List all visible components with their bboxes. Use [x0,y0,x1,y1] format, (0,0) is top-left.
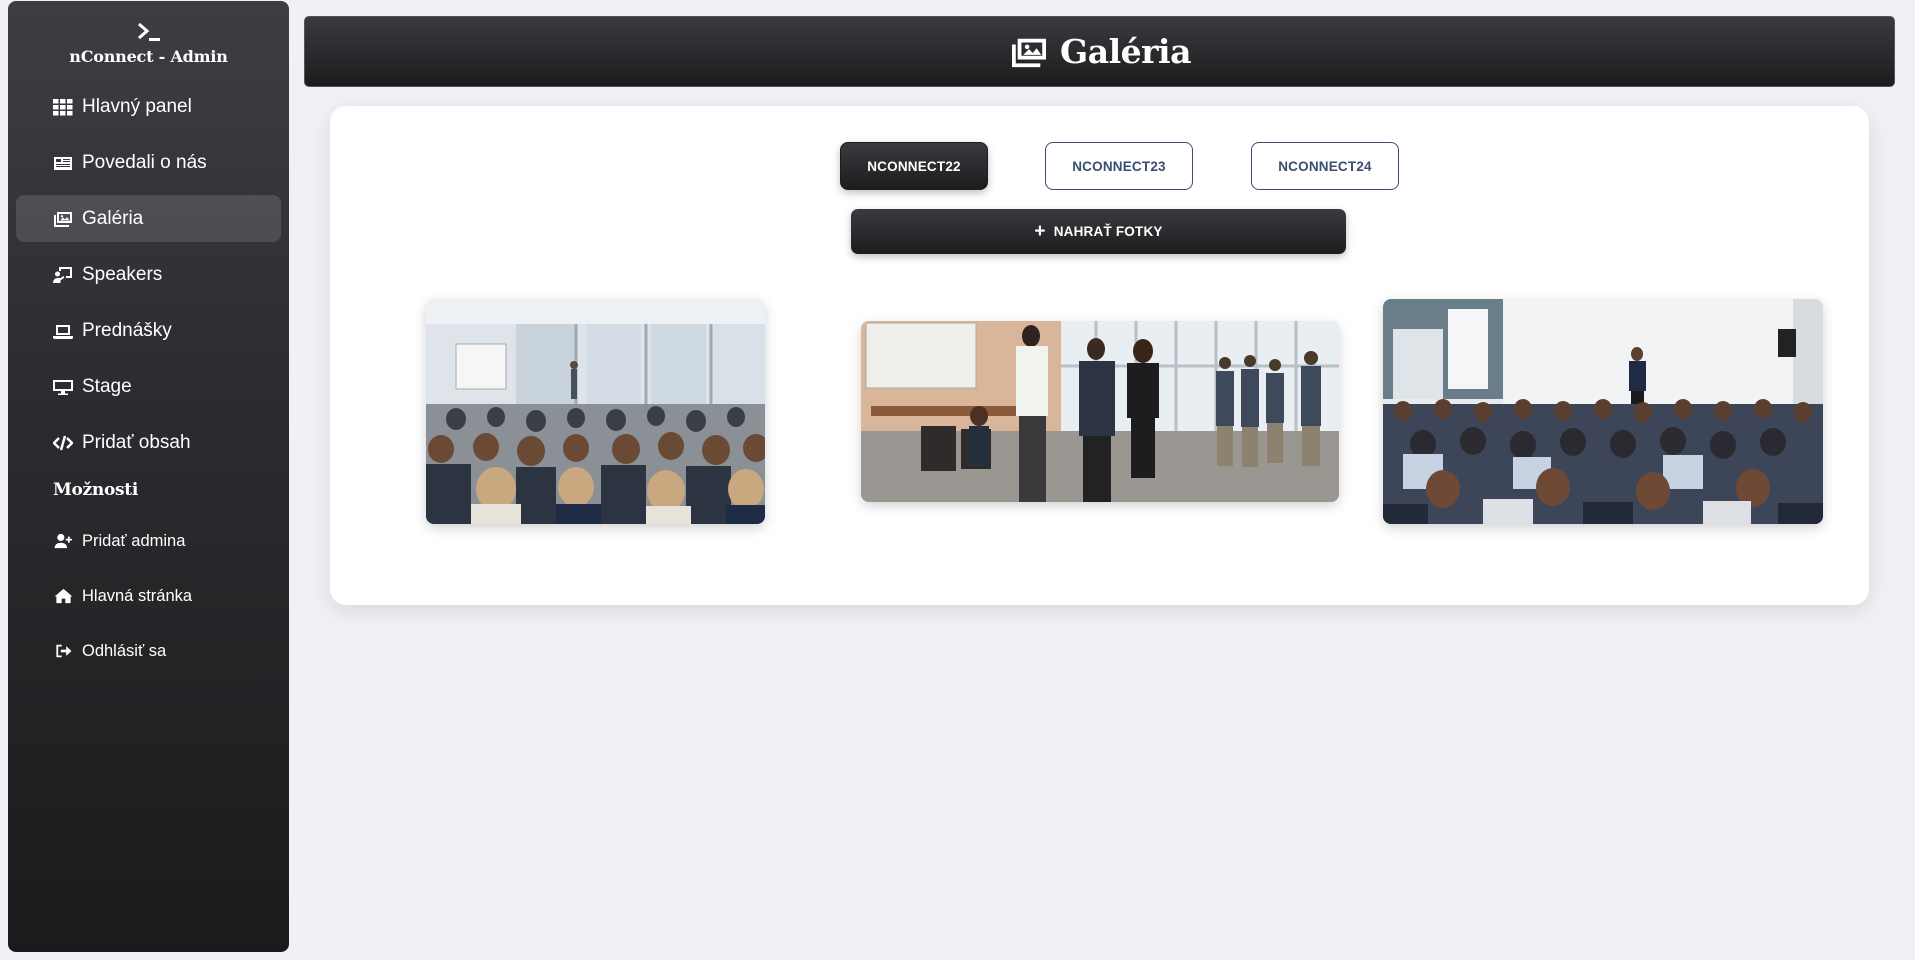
chalkboard-teacher-icon [52,266,74,284]
year-tabs: NCONNECT22 NCONNECT23 NCONNECT24 [330,142,1869,190]
photo-image [426,299,765,524]
gallery-photo-audience[interactable] [426,299,765,524]
newspaper-icon [52,154,74,172]
sidebar-item-lectures[interactable]: Prednášky [16,307,281,354]
terminal-icon [137,22,160,41]
sign-out-icon [52,642,74,660]
laptop-icon [52,322,74,340]
options-section-title: Možnosti [53,480,138,500]
sidebar-item-add-admin[interactable]: Pridať admina [16,518,281,564]
photo-image [1383,299,1823,524]
tab-nconnect22[interactable]: NCONNECT22 [840,142,988,190]
page-header: Galéria [304,16,1895,87]
sidebar-item-gallery[interactable]: Galéria [16,195,281,242]
sidebar-item-testimonials[interactable]: Povedali o nás [16,139,281,186]
page-title: Galéria [1060,32,1191,71]
gallery-photo-networking[interactable] [861,321,1339,502]
images-icon [52,210,74,228]
sidebar-item-label: Pridať admina [82,531,186,550]
images-icon [1008,35,1060,69]
upload-photos-button[interactable]: + NAHRAŤ FOTKY [851,209,1346,254]
sidebar-options: Pridať admina Hlavná stránka Odhlásiť sa [8,518,289,674]
sidebar-item-label: Odhlásiť sa [82,641,167,660]
sidebar-item-label: Hlavný panel [82,95,192,117]
grid-icon [52,98,74,116]
desktop-icon [52,378,74,396]
sidebar-item-label: Prednášky [82,319,172,341]
sidebar-item-label: Stage [82,375,132,397]
plus-icon: + [1034,221,1046,242]
sidebar-item-add-content[interactable]: Pridať obsah [16,419,281,466]
gallery-card: NCONNECT22 NCONNECT23 NCONNECT24 + NAHRA… [330,106,1869,605]
sidebar-item-label: Speakers [82,263,163,285]
user-plus-icon [52,532,74,550]
tab-nconnect24[interactable]: NCONNECT24 [1251,142,1399,190]
sidebar: nConnect - Admin Hlavný panel Povedali o… [8,1,289,952]
sidebar-item-stage[interactable]: Stage [16,363,281,410]
sidebar-item-label: Pridať obsah [82,431,191,453]
upload-photos-label: NAHRAŤ FOTKY [1053,224,1163,239]
sidebar-item-logout[interactable]: Odhlásiť sa [16,628,281,674]
home-icon [52,587,74,605]
sidebar-item-label: Povedali o nás [82,151,207,173]
sidebar-item-home[interactable]: Hlavná stránka [16,573,281,619]
gallery-photo-conference[interactable] [1383,299,1823,524]
sidebar-item-speakers[interactable]: Speakers [16,251,281,298]
code-icon [52,434,74,452]
sidebar-item-label: Hlavná stránka [82,586,193,605]
sidebar-item-dashboard[interactable]: Hlavný panel [16,83,281,130]
photo-image [861,321,1339,502]
brand: nConnect - Admin [8,1,289,83]
brand-title: nConnect - Admin [69,47,228,66]
tab-nconnect23[interactable]: NCONNECT23 [1045,142,1193,190]
sidebar-nav: Hlavný panel Povedali o nás Galéria Spea… [8,83,289,466]
sidebar-item-label: Galéria [82,207,144,229]
